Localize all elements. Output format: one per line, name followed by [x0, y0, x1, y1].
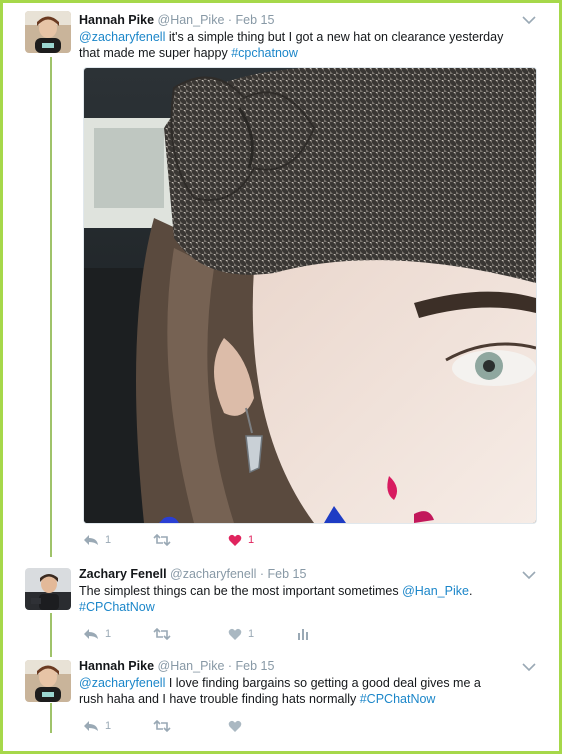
tweet-text: @zacharyfenell it's a simple thing but I…: [79, 29, 519, 61]
reply-icon: [84, 721, 98, 731]
reply-button[interactable]: 1: [83, 626, 111, 642]
author-name[interactable]: Zachary Fenell: [79, 567, 167, 581]
mention-link[interactable]: @Han_Pike: [402, 584, 469, 598]
heart-icon: [228, 534, 242, 546]
hashtag-link[interactable]: #CPChatNow: [79, 600, 155, 614]
author-name[interactable]: Hannah Pike: [79, 659, 154, 673]
separator: ·: [227, 659, 233, 673]
reply-count: 1: [105, 628, 112, 640]
reply-count: 1: [105, 720, 112, 732]
like-button[interactable]: 1: [228, 532, 254, 548]
reply-icon: [84, 535, 98, 545]
reply-button[interactable]: 1: [83, 718, 111, 734]
retweet-button[interactable]: [153, 532, 171, 548]
tweet-date[interactable]: Feb 15: [236, 659, 275, 673]
author-name[interactable]: Hannah Pike: [79, 13, 154, 27]
tweet-photo[interactable]: [83, 67, 537, 524]
avatar[interactable]: [25, 568, 71, 610]
heart-icon: [228, 628, 242, 640]
author-handle[interactable]: @zacharyfenell: [170, 567, 256, 581]
author-handle[interactable]: @Han_Pike: [158, 13, 225, 27]
reply-count: 1: [105, 534, 112, 546]
tweet-actions: 1 1: [83, 532, 503, 548]
chevron-down-icon[interactable]: [521, 568, 537, 580]
reply-icon: [84, 629, 98, 639]
mention-link[interactable]: @zacharyfenell: [79, 30, 165, 44]
conversation-frame: Hannah Pike @Han_Pike · Feb 15 @zacharyf…: [0, 0, 562, 754]
text-segment: The simplest things can be the most impo…: [79, 584, 403, 598]
retweet-icon: [153, 628, 171, 640]
tweet-text: @zacharyfenell I love finding bargains s…: [79, 675, 499, 707]
separator: ·: [227, 13, 233, 27]
avatar[interactable]: [25, 660, 71, 702]
separator: ·: [259, 567, 265, 581]
like-button[interactable]: [228, 718, 242, 734]
retweet-button[interactable]: [153, 718, 171, 734]
mention-link[interactable]: @zacharyfenell: [79, 676, 165, 690]
tweet[interactable]: Zachary Fenell @zacharyfenell · Feb 15 T…: [3, 558, 559, 650]
like-count: 1: [248, 534, 255, 546]
like-count: 1: [248, 628, 255, 640]
author-handle[interactable]: @Han_Pike: [158, 659, 225, 673]
tweet-header: Zachary Fenell @zacharyfenell · Feb 15: [79, 567, 306, 581]
tweet-actions: 1: [83, 718, 503, 734]
hashtag-link[interactable]: #cpchatnow: [231, 46, 298, 60]
tweet-header: Hannah Pike @Han_Pike · Feb 15: [79, 659, 274, 673]
retweet-button[interactable]: [153, 626, 171, 642]
reply-button[interactable]: 1: [83, 532, 111, 548]
tweet-header: Hannah Pike @Han_Pike · Feb 15: [79, 13, 274, 27]
text-segment: .: [468, 584, 473, 598]
chevron-down-icon[interactable]: [521, 660, 537, 672]
hashtag-link[interactable]: #CPChatNow: [360, 692, 436, 706]
retweet-icon: [153, 534, 171, 546]
like-button[interactable]: 1: [228, 626, 254, 642]
avatar[interactable]: [25, 11, 71, 53]
analytics-icon: [298, 629, 308, 640]
chevron-down-icon[interactable]: [521, 13, 537, 25]
tweet-actions: 1 1: [83, 626, 503, 642]
tweet-text: The simplest things can be the most impo…: [79, 583, 519, 615]
analytics-button[interactable]: [297, 626, 309, 642]
retweet-icon: [153, 720, 171, 732]
tweet-date[interactable]: Feb 15: [268, 567, 307, 581]
tweet-date[interactable]: Feb 15: [236, 13, 275, 27]
tweet[interactable]: Hannah Pike @Han_Pike · Feb 15 @zacharyf…: [3, 650, 559, 751]
tweet[interactable]: Hannah Pike @Han_Pike · Feb 15 @zacharyf…: [3, 3, 559, 558]
heart-icon: [228, 720, 242, 732]
